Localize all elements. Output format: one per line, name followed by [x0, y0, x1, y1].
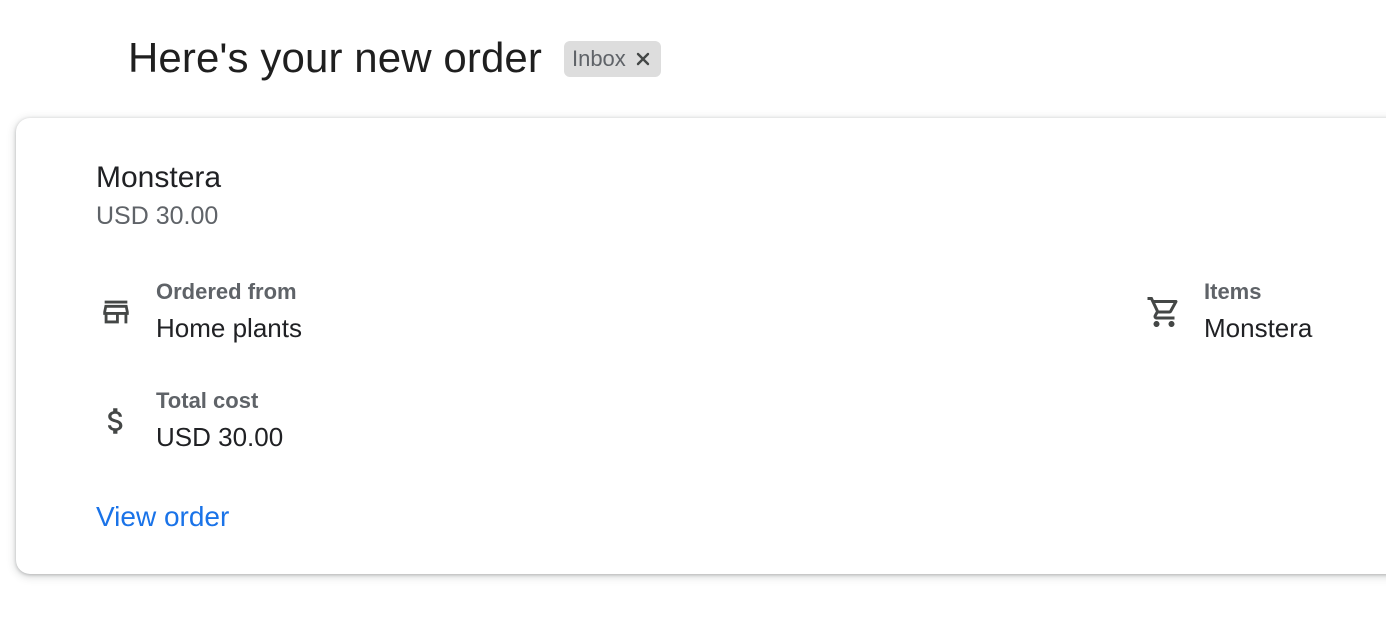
close-icon[interactable]	[634, 50, 652, 68]
inbox-label-chip[interactable]: Inbox	[563, 41, 661, 77]
view-order-link[interactable]: View order	[96, 499, 229, 535]
ordered-from-label: Ordered from	[156, 279, 297, 304]
items-detail: Items Monstera	[1144, 278, 1312, 345]
email-subject: Here's your new order	[128, 34, 542, 81]
total-cost-detail: Total cost USD 30.00	[96, 387, 283, 454]
store-icon	[96, 292, 136, 332]
product-name: Monstera	[96, 161, 222, 194]
order-card: Monstera USD 30.00 Ordered from Home pla…	[16, 118, 1386, 574]
items-label: Items	[1204, 279, 1262, 304]
email-view: Here's your new order Inbox Monstera USD…	[0, 0, 1386, 620]
total-cost-value: USD 30.00	[156, 422, 284, 452]
ordered-from-detail: Ordered from Home plants	[96, 278, 302, 345]
ordered-from-value: Home plants	[156, 313, 302, 343]
shopping-cart-icon	[1144, 292, 1184, 332]
subject-row: Here's your new order Inbox	[128, 30, 661, 86]
total-cost-label: Total cost	[156, 388, 259, 413]
label-chip-text: Inbox	[571, 46, 626, 71]
items-value: Monstera	[1204, 313, 1313, 343]
dollar-icon	[96, 401, 136, 441]
product-price: USD 30.00	[96, 202, 219, 230]
